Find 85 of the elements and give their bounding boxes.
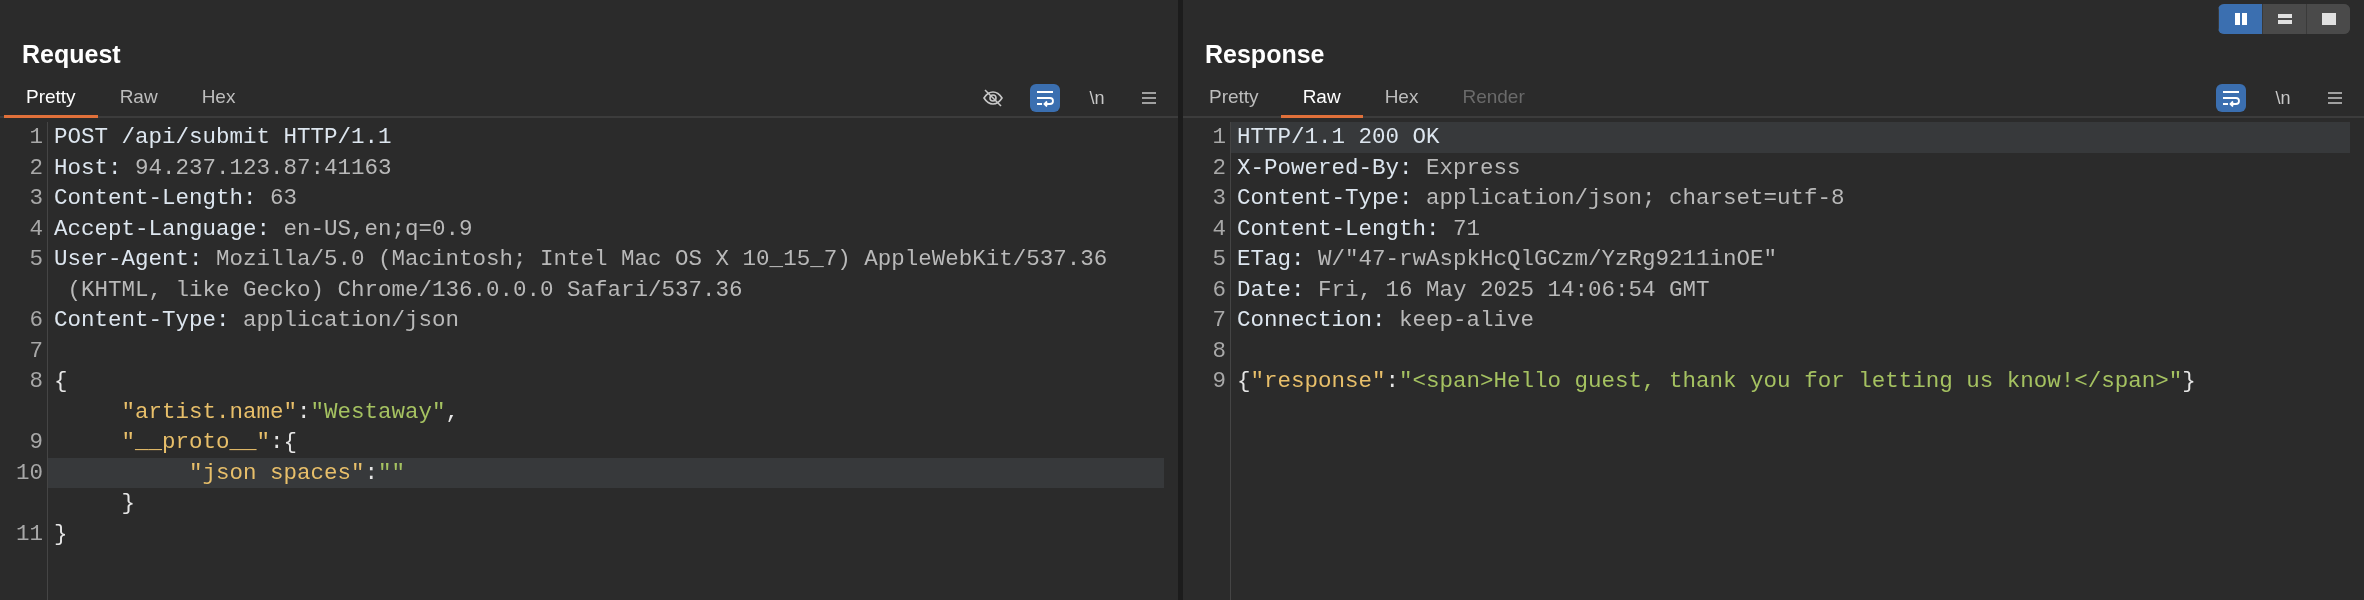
code-text: "Westaway" <box>310 398 446 425</box>
code-text: Connection: <box>1237 307 1386 333</box>
code-text: "<span>Hello guest, thank you for letting us know!</span>" <box>1399 368 2183 394</box>
code-text: } <box>54 520 68 547</box>
code-text: { <box>54 368 68 394</box>
line-number: 6 <box>1212 276 1226 303</box>
view-tab[interactable]: Pretty <box>4 80 98 118</box>
code-text: 71 <box>1452 215 1481 242</box>
line-number: 1 <box>1212 124 1226 150</box>
code-text: keep-alive <box>1398 307 1535 333</box>
line-number: 6 <box>29 307 43 333</box>
view-tab[interactable]: Raw <box>97 80 180 118</box>
line-number: 5 <box>1212 246 1226 272</box>
code-text: W/"47-rwAspkHcQlGCzm/YzRg9211inOE" <box>1317 246 1778 272</box>
line-number: 3 <box>29 185 43 211</box>
code-text: , <box>445 398 460 425</box>
line-number: 9 <box>1212 368 1226 394</box>
line-number: 7 <box>29 337 43 364</box>
code-text: : <box>364 459 379 486</box>
code-text: User-Agent: <box>54 246 203 272</box>
line-number: 2 <box>29 154 43 181</box>
menu-icon <box>1140 90 1158 106</box>
code-text: application/json <box>242 307 460 333</box>
line-number: 9 <box>29 429 43 455</box>
code-text: 94.237.123.87:41163 <box>134 154 392 181</box>
wrap-lines-icon <box>1035 89 1055 107</box>
code-text: "artist.name" <box>120 398 298 425</box>
code-text: } <box>2182 368 2196 394</box>
view-tab[interactable]: Pretty <box>1187 80 1281 118</box>
code-text: { <box>1237 368 1251 394</box>
two-columns-icon <box>2232 12 2249 26</box>
split-rows-button[interactable] <box>2262 4 2306 34</box>
code-text: Content-Type: <box>1237 185 1413 211</box>
line-number: 4 <box>29 215 43 242</box>
two-rows-icon <box>2276 12 2293 26</box>
code-text: : <box>1385 368 1400 394</box>
code-text: (KHTML, like Gecko) Chrome/136.0.0.0 Safari/537.36 <box>66 276 743 303</box>
single-pane-button[interactable] <box>2306 4 2350 34</box>
single-pane-icon <box>2320 12 2337 26</box>
newline-toggle[interactable]: \n <box>2268 84 2298 112</box>
code-text: : <box>297 398 311 425</box>
menu-icon <box>2326 90 2344 106</box>
code-text: "__proto__" <box>120 429 271 455</box>
code-text: } <box>120 490 135 516</box>
code-text: en-US,en;q=0.9 <box>282 215 473 242</box>
code-text: Fri, 16 May 2025 14:06:54 GMT <box>1317 276 1710 303</box>
code-text: Host: <box>54 154 122 181</box>
line-number: 4 <box>1212 215 1226 242</box>
code-text: "" <box>378 459 406 486</box>
code-text: Content-Length: <box>54 185 257 211</box>
code-text: HTTP/1.1 200 OK <box>1237 124 1440 150</box>
line-number: 1 <box>29 124 43 150</box>
code-text: Accept-Language: <box>54 215 271 242</box>
newline-toggle[interactable]: \n <box>1082 84 1112 112</box>
code-text: Content-Type: <box>54 307 230 333</box>
code-text: Mozilla/5.0 (Macintosh; Intel Mac OS X 10_15_7) AppleWebKit/537.36 <box>215 246 1108 272</box>
line-number: 7 <box>1212 307 1226 333</box>
pane-title: Request <box>22 40 121 68</box>
pane-title: Response <box>1205 40 1325 68</box>
code-text: Content-Length: <box>1237 215 1440 242</box>
code-text: 63 <box>269 185 298 211</box>
code-text: :{ <box>270 429 298 455</box>
line-number: 3 <box>1212 185 1226 211</box>
view-tab[interactable]: Hex <box>1362 80 1441 118</box>
wrap-toggle-button[interactable] <box>2216 84 2246 112</box>
code-text: ETag: <box>1237 246 1305 272</box>
line-number: 11 <box>16 520 43 547</box>
code-text: X-Powered-By: <box>1237 154 1413 181</box>
line-number: 10 <box>16 459 43 486</box>
line-number: 2 <box>1212 154 1226 181</box>
code-text: Date: <box>1237 276 1305 303</box>
code-text: application/json; charset=utf-8 <box>1425 185 1845 211</box>
code-text: Express <box>1425 154 1521 181</box>
view-tab[interactable]: Hex <box>179 80 258 118</box>
code-text: POST /api/submit HTTP/1.1 <box>54 124 392 150</box>
split-columns-button[interactable] <box>2218 4 2262 34</box>
wrap-lines-icon <box>2221 89 2241 107</box>
wrap-toggle-button[interactable] <box>1030 84 1060 112</box>
line-number: 8 <box>1212 337 1226 364</box>
code-text: "json spaces" <box>188 459 365 486</box>
code-text: "response" <box>1250 368 1386 394</box>
eye-slash-icon <box>982 87 1004 109</box>
line-number: 8 <box>29 368 43 394</box>
view-tab[interactable]: Raw <box>1280 80 1363 118</box>
line-number: 5 <box>29 246 43 272</box>
